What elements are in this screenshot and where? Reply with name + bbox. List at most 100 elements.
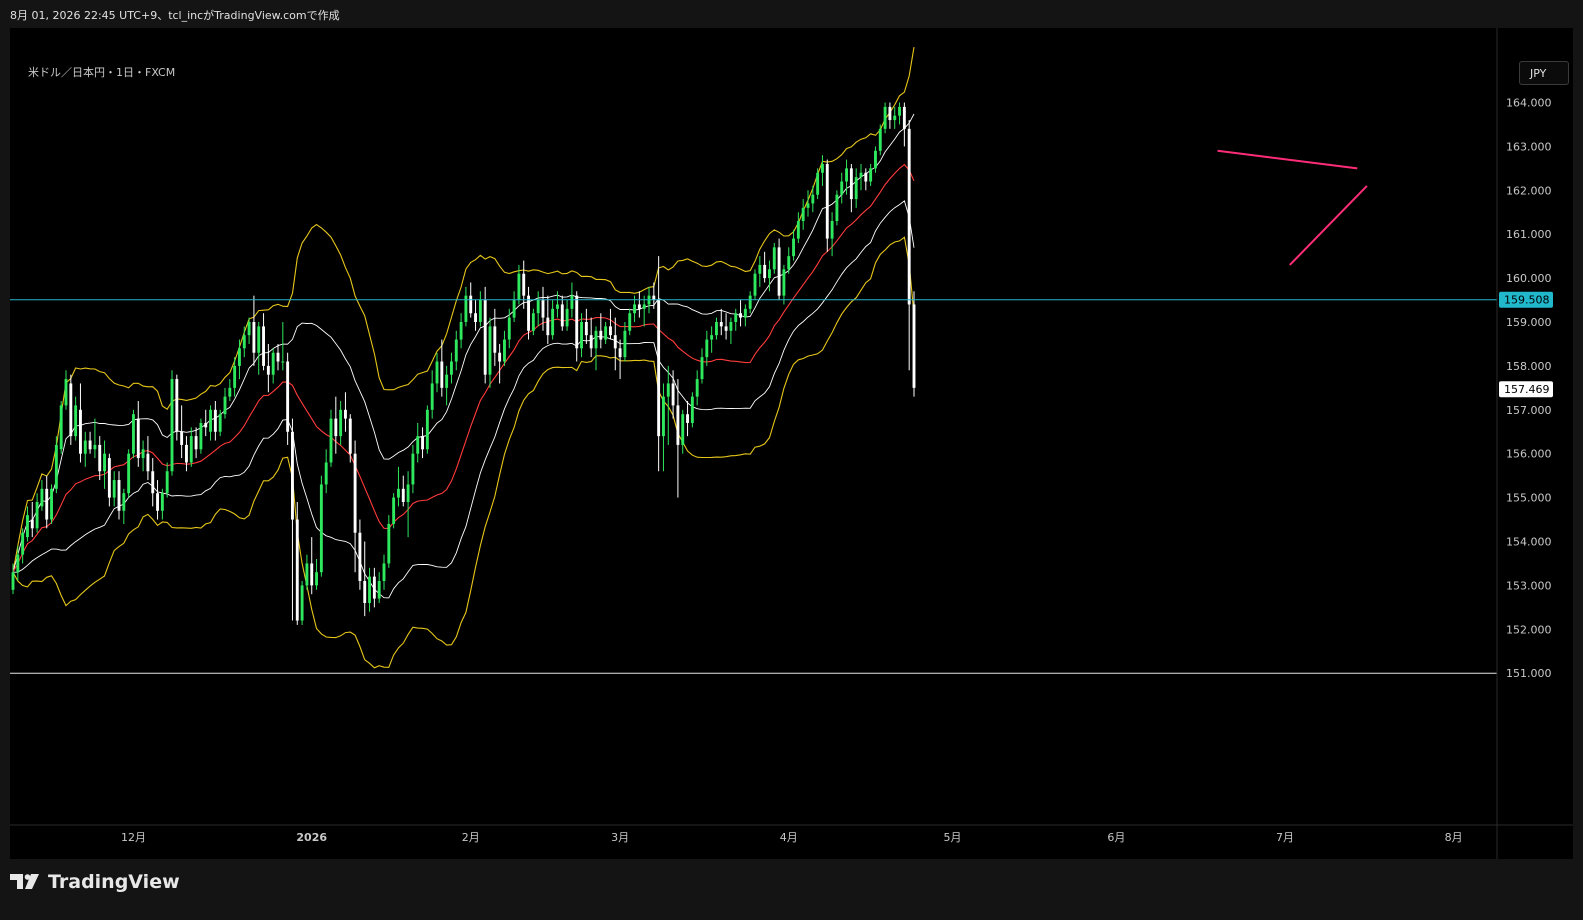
candle-body: [127, 453, 131, 494]
y-tick-label: 152.000: [1506, 623, 1552, 636]
top-bar: 8月 01, 2026 22:45 UTC+9、tcl_incがTradingV…: [0, 0, 1583, 28]
candle-body: [907, 128, 911, 305]
candle-body: [397, 488, 400, 498]
y-tick-label: 162.000: [1506, 184, 1552, 197]
bollinger-upper-2sd: [12, 47, 915, 573]
candle-body: [671, 383, 675, 406]
candle-body: [893, 115, 897, 121]
y-tick-label: 151.000: [1506, 667, 1552, 680]
candle-body: [503, 339, 506, 362]
trendline: [1217, 149, 1358, 170]
candle-body: [469, 295, 473, 314]
candle-body: [372, 576, 376, 599]
candle-body: [580, 322, 583, 349]
candle-body: [45, 488, 49, 520]
candle-body: [522, 273, 526, 296]
candle-body: [315, 572, 318, 586]
candle-body: [888, 106, 892, 121]
moving-average-line: [12, 163, 915, 573]
candle-body: [334, 418, 338, 437]
candle-body: [816, 172, 820, 195]
candle-body: [628, 313, 632, 331]
candle-body: [271, 352, 275, 375]
candle-body: [411, 453, 415, 485]
candle-body: [657, 300, 661, 437]
candle-body: [160, 493, 164, 511]
x-tick-label: 5月: [944, 831, 962, 844]
candle-body: [344, 409, 347, 419]
x-tick-label: 6月: [1107, 831, 1125, 844]
candle-body: [50, 488, 53, 520]
candlestick-chart[interactable]: 151.000 152.000 153.000 154.000 155.000 156.0…: [10, 28, 1573, 859]
candle-body: [300, 585, 304, 621]
candle-body: [430, 383, 434, 410]
candle-body: [329, 418, 333, 463]
candle-body: [874, 150, 877, 169]
candle-body: [358, 532, 362, 582]
candle-body: [517, 273, 521, 301]
candle-body: [324, 462, 328, 485]
y-tick-label: 163.000: [1506, 140, 1552, 153]
candle-body: [54, 444, 58, 489]
candle-body: [416, 436, 420, 454]
candle-body: [252, 322, 256, 353]
candle-body: [864, 172, 868, 182]
chart-area[interactable]: 151.000 152.000 153.000 154.000 155.000 156.0…: [10, 28, 1573, 859]
x-tick-label: 2026: [296, 831, 327, 844]
candle-body: [454, 339, 458, 362]
candle-body: [690, 396, 694, 423]
candle-body: [854, 177, 858, 200]
candle-body: [541, 300, 545, 318]
candle-body: [353, 453, 357, 533]
candle-body: [830, 221, 834, 239]
y-tick-label: 153.000: [1506, 579, 1552, 592]
x-tick-label: 7月: [1276, 831, 1294, 844]
candle-body: [536, 300, 540, 314]
candle-body: [859, 172, 863, 178]
candle-body: [310, 563, 314, 586]
candle-body: [319, 484, 323, 573]
candle-body: [175, 379, 179, 432]
candle-body: [642, 304, 646, 309]
candle-body: [218, 414, 222, 432]
candle-body: [604, 326, 608, 340]
candle-body: [840, 181, 844, 195]
candle-body: [609, 326, 612, 336]
candle-body: [483, 300, 487, 375]
candle-body: [213, 409, 217, 432]
candle-body: [233, 365, 237, 388]
candle-body: [589, 335, 593, 349]
candle-body: [883, 106, 887, 129]
candle-body: [584, 322, 588, 336]
y-tick-label: 157.000: [1506, 404, 1552, 417]
candle-body: [305, 563, 309, 586]
candle-body: [363, 581, 367, 603]
candle-body: [748, 295, 752, 309]
candle-body: [618, 348, 622, 358]
candle-body: [387, 523, 391, 564]
candle-body: [185, 444, 188, 463]
candle-body: [902, 106, 906, 129]
candle-body: [527, 295, 530, 331]
candle-body: [531, 313, 535, 331]
candle-body: [165, 471, 169, 494]
candle-body: [849, 168, 853, 200]
candle-body: [228, 387, 232, 397]
brand-name: TradingView: [48, 871, 180, 893]
candle-body: [151, 471, 155, 494]
candle-body: [64, 379, 68, 406]
x-tick-label: 12月: [121, 831, 146, 844]
candle-body: [286, 361, 290, 432]
candle-body: [377, 581, 381, 599]
currency-button[interactable]: JPY: [1519, 61, 1569, 85]
candle-body: [478, 300, 482, 322]
candle-body: [835, 194, 839, 222]
candle-body: [811, 194, 815, 204]
candle-body: [421, 436, 424, 450]
candle-body: [753, 273, 757, 296]
candle-body: [247, 322, 251, 336]
candle-body: [700, 357, 704, 380]
candle-body: [295, 519, 299, 621]
candle-body: [204, 422, 208, 428]
candle-body: [710, 335, 714, 340]
